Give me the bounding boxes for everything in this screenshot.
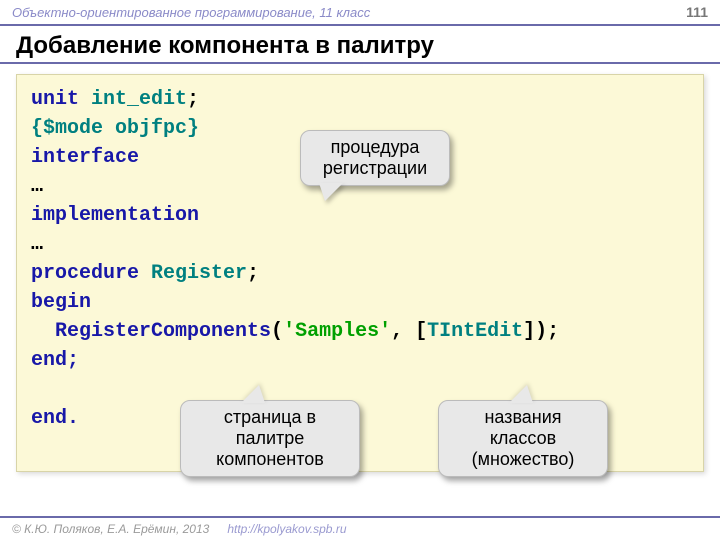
code-string: 'Samples': [283, 320, 391, 343]
callout-tail-icon: [319, 183, 343, 201]
page-number: 111: [686, 4, 708, 20]
footer-copyright: © К.Ю. Поляков, Е.А. Ерёмин, 2013: [12, 522, 209, 536]
code-kw: implementation: [31, 204, 199, 227]
callout-classes: названия классов (множество): [438, 400, 608, 477]
header-bar: Объектно-ориентированное программировани…: [0, 0, 720, 26]
code-kw: begin: [31, 291, 91, 314]
footer-url: http://kpolyakov.spb.ru: [227, 522, 346, 536]
code-id: Register: [151, 262, 247, 285]
code-text: ;: [187, 88, 199, 111]
header-subject: Объектно-ориентированное программировани…: [12, 5, 370, 20]
code-kw: end;: [31, 349, 79, 372]
code-kw: interface: [31, 146, 139, 169]
code-text: …: [31, 233, 43, 256]
footer: © К.Ю. Поляков, Е.А. Ерёмин, 2013 http:/…: [0, 516, 720, 540]
callout-text: названия классов (множество): [472, 407, 575, 469]
code-text: (: [271, 320, 283, 343]
callout-tail-icon: [241, 385, 265, 403]
code-text: , [: [391, 320, 427, 343]
code-id: TIntEdit: [427, 320, 523, 343]
code-kw: end.: [31, 407, 79, 430]
code-text: ]);: [523, 320, 559, 343]
code-id: int_edit: [91, 88, 187, 111]
callout-page: страница в палитре компонентов: [180, 400, 360, 477]
code-kw: procedure: [31, 262, 151, 285]
callout-text: страница в палитре компонентов: [216, 407, 324, 469]
code-text: ;: [247, 262, 259, 285]
callout-procedure: процедура регистрации: [300, 130, 450, 186]
callout-text: процедура регистрации: [323, 137, 427, 178]
code-text: …: [31, 175, 43, 198]
callout-tail-icon: [509, 385, 533, 403]
slide-title: Добавление компонента в палитру: [0, 26, 720, 64]
code-directive: {$mode objfpc}: [31, 117, 199, 140]
code-id: RegisterComponents: [31, 320, 271, 343]
code-kw: unit: [31, 88, 91, 111]
